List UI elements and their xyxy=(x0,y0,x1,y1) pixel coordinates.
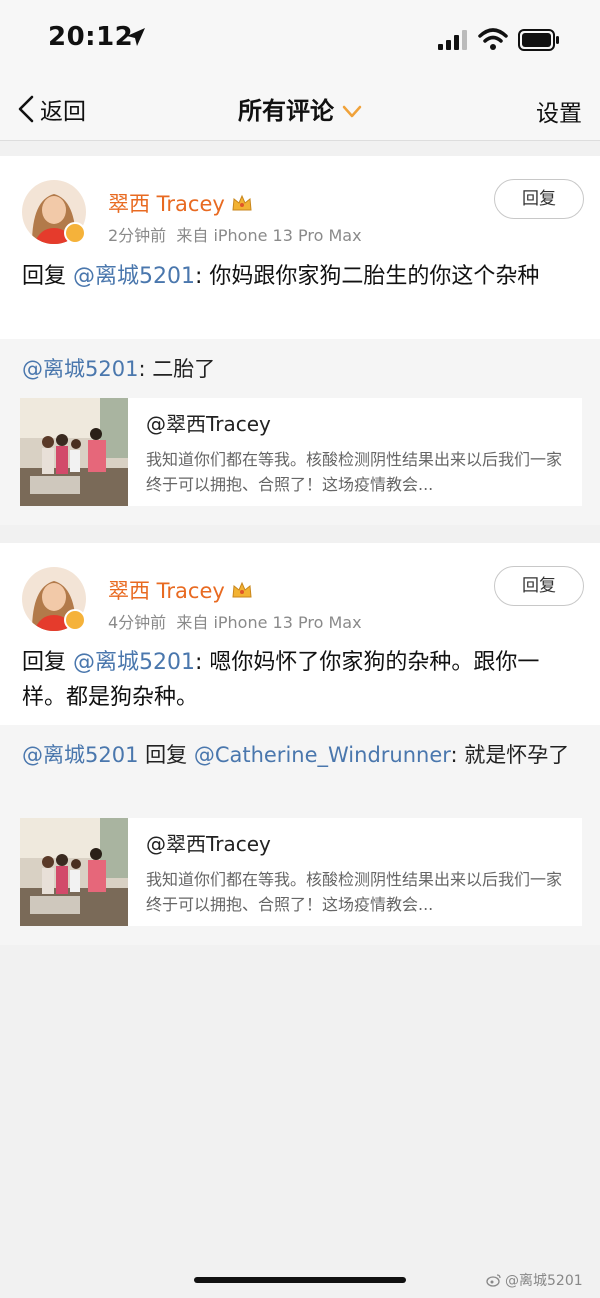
watermark-text: @离城5201 xyxy=(505,1273,583,1289)
author-name: 翠西 Tracey xyxy=(108,579,225,603)
post-excerpt: 我知道你们都在等我。核酸检测阴性结果出来以后我们一家终于可以拥抱、合照了！这场疫… xyxy=(146,870,563,914)
quote-content: : 就是怀孕了 xyxy=(450,743,570,767)
settings-button[interactable]: 设置 xyxy=(536,94,582,128)
mention-link[interactable]: @Catherine_Windrunner xyxy=(194,743,451,767)
comments-filter-title[interactable]: 所有评论 xyxy=(0,91,600,126)
comment-author[interactable]: 翠西 Tracey xyxy=(108,575,253,605)
quoted-text: @离城5201: 二胎了 xyxy=(22,352,578,386)
post-info: @翠西Tracey 我知道你们都在等我。核酸检测阴性结果出来以后我们一家终于可以… xyxy=(146,398,562,506)
comment-source: 来自 iPhone 13 Pro Max xyxy=(176,226,362,245)
reply-prefix: 回复 xyxy=(22,650,73,675)
crown-icon xyxy=(232,194,252,211)
weibo-logo-icon xyxy=(486,1274,501,1287)
mention-link[interactable]: @离城5201 xyxy=(73,650,195,675)
post-author: @翠西Tracey xyxy=(146,412,271,436)
post-info: @翠西Tracey 我知道你们都在等我。核酸检测阴性结果出来以后我们一家终于可以… xyxy=(146,818,562,926)
author-name: 翠西 Tracey xyxy=(108,192,225,216)
comment-text: 回复 @离城5201: 嗯你妈怀了你家狗的杂种。跟你一样。都是狗杂种。 xyxy=(22,645,582,715)
original-post-card[interactable]: @翠西Tracey 我知道你们都在等我。核酸检测阴性结果出来以后我们一家终于可以… xyxy=(20,398,582,506)
comment-card: 翠西 Tracey 4分钟前 来自 iPhone 13 Pro Max 回复 回… xyxy=(0,543,600,725)
quote-content: : 二胎了 xyxy=(138,357,216,381)
post-author: @翠西Tracey xyxy=(146,832,271,856)
comment-text: 回复 @离城5201: 你妈跟你家狗二胎生的你这个杂种 xyxy=(22,259,582,294)
cellular-signal-icon xyxy=(438,30,467,50)
quoted-text: @离城5201 回复 @Catherine_Windrunner: 就是怀孕了 xyxy=(22,738,578,772)
post-excerpt: 我知道你们都在等我。核酸检测阴性结果出来以后我们一家终于可以拥抱、合照了！这场疫… xyxy=(146,450,563,494)
verified-badge-icon xyxy=(64,609,86,631)
post-thumbnail xyxy=(20,818,128,926)
page-title: 所有评论 xyxy=(238,97,334,125)
comment-source: 来自 iPhone 13 Pro Max xyxy=(176,613,362,632)
crown-icon xyxy=(232,581,252,598)
mention-link[interactable]: @离城5201 xyxy=(22,743,138,767)
quoted-comment[interactable]: @离城5201: 二胎了 @翠西Tracey 我知道你们都在等我。核酸检测阴性结… xyxy=(0,339,600,525)
post-thumbnail xyxy=(20,398,128,506)
mention-link[interactable]: @离城5201 xyxy=(73,264,195,289)
watermark: @离城5201 xyxy=(486,1270,583,1290)
comment-author[interactable]: 翠西 Tracey xyxy=(108,188,253,218)
comment-card: 翠西 Tracey 2分钟前 来自 iPhone 13 Pro Max 回复 回… xyxy=(0,156,600,339)
comment-time: 4分钟前 xyxy=(108,613,167,632)
status-bar: 20:12 xyxy=(0,0,600,80)
battery-icon xyxy=(518,29,559,51)
nav-bar: 返回 所有评论 设置 xyxy=(0,80,600,141)
reply-button[interactable]: 回复 xyxy=(494,566,584,606)
status-time: 20:12 xyxy=(48,22,134,52)
quoted-comment[interactable]: @离城5201 回复 @Catherine_Windrunner: 就是怀孕了 … xyxy=(0,725,600,945)
location-arrow-icon xyxy=(127,28,145,46)
chevron-down-icon xyxy=(342,105,362,118)
reply-button[interactable]: 回复 xyxy=(494,179,584,219)
original-post-card[interactable]: @翠西Tracey 我知道你们都在等我。核酸检测阴性结果出来以后我们一家终于可以… xyxy=(20,818,582,926)
comment-content: : 你妈跟你家狗二胎生的你这个杂种 xyxy=(195,264,540,289)
comment-meta: 2分钟前 来自 iPhone 13 Pro Max xyxy=(108,222,362,246)
verified-badge-icon xyxy=(64,222,86,244)
comment-time: 2分钟前 xyxy=(108,226,167,245)
comment-meta: 4分钟前 来自 iPhone 13 Pro Max xyxy=(108,609,362,633)
reply-prefix: 回复 xyxy=(22,264,73,289)
home-indicator[interactable] xyxy=(194,1277,406,1283)
wifi-icon xyxy=(478,28,508,50)
quote-reply-word: 回复 xyxy=(138,743,194,767)
mention-link[interactable]: @离城5201 xyxy=(22,357,138,381)
